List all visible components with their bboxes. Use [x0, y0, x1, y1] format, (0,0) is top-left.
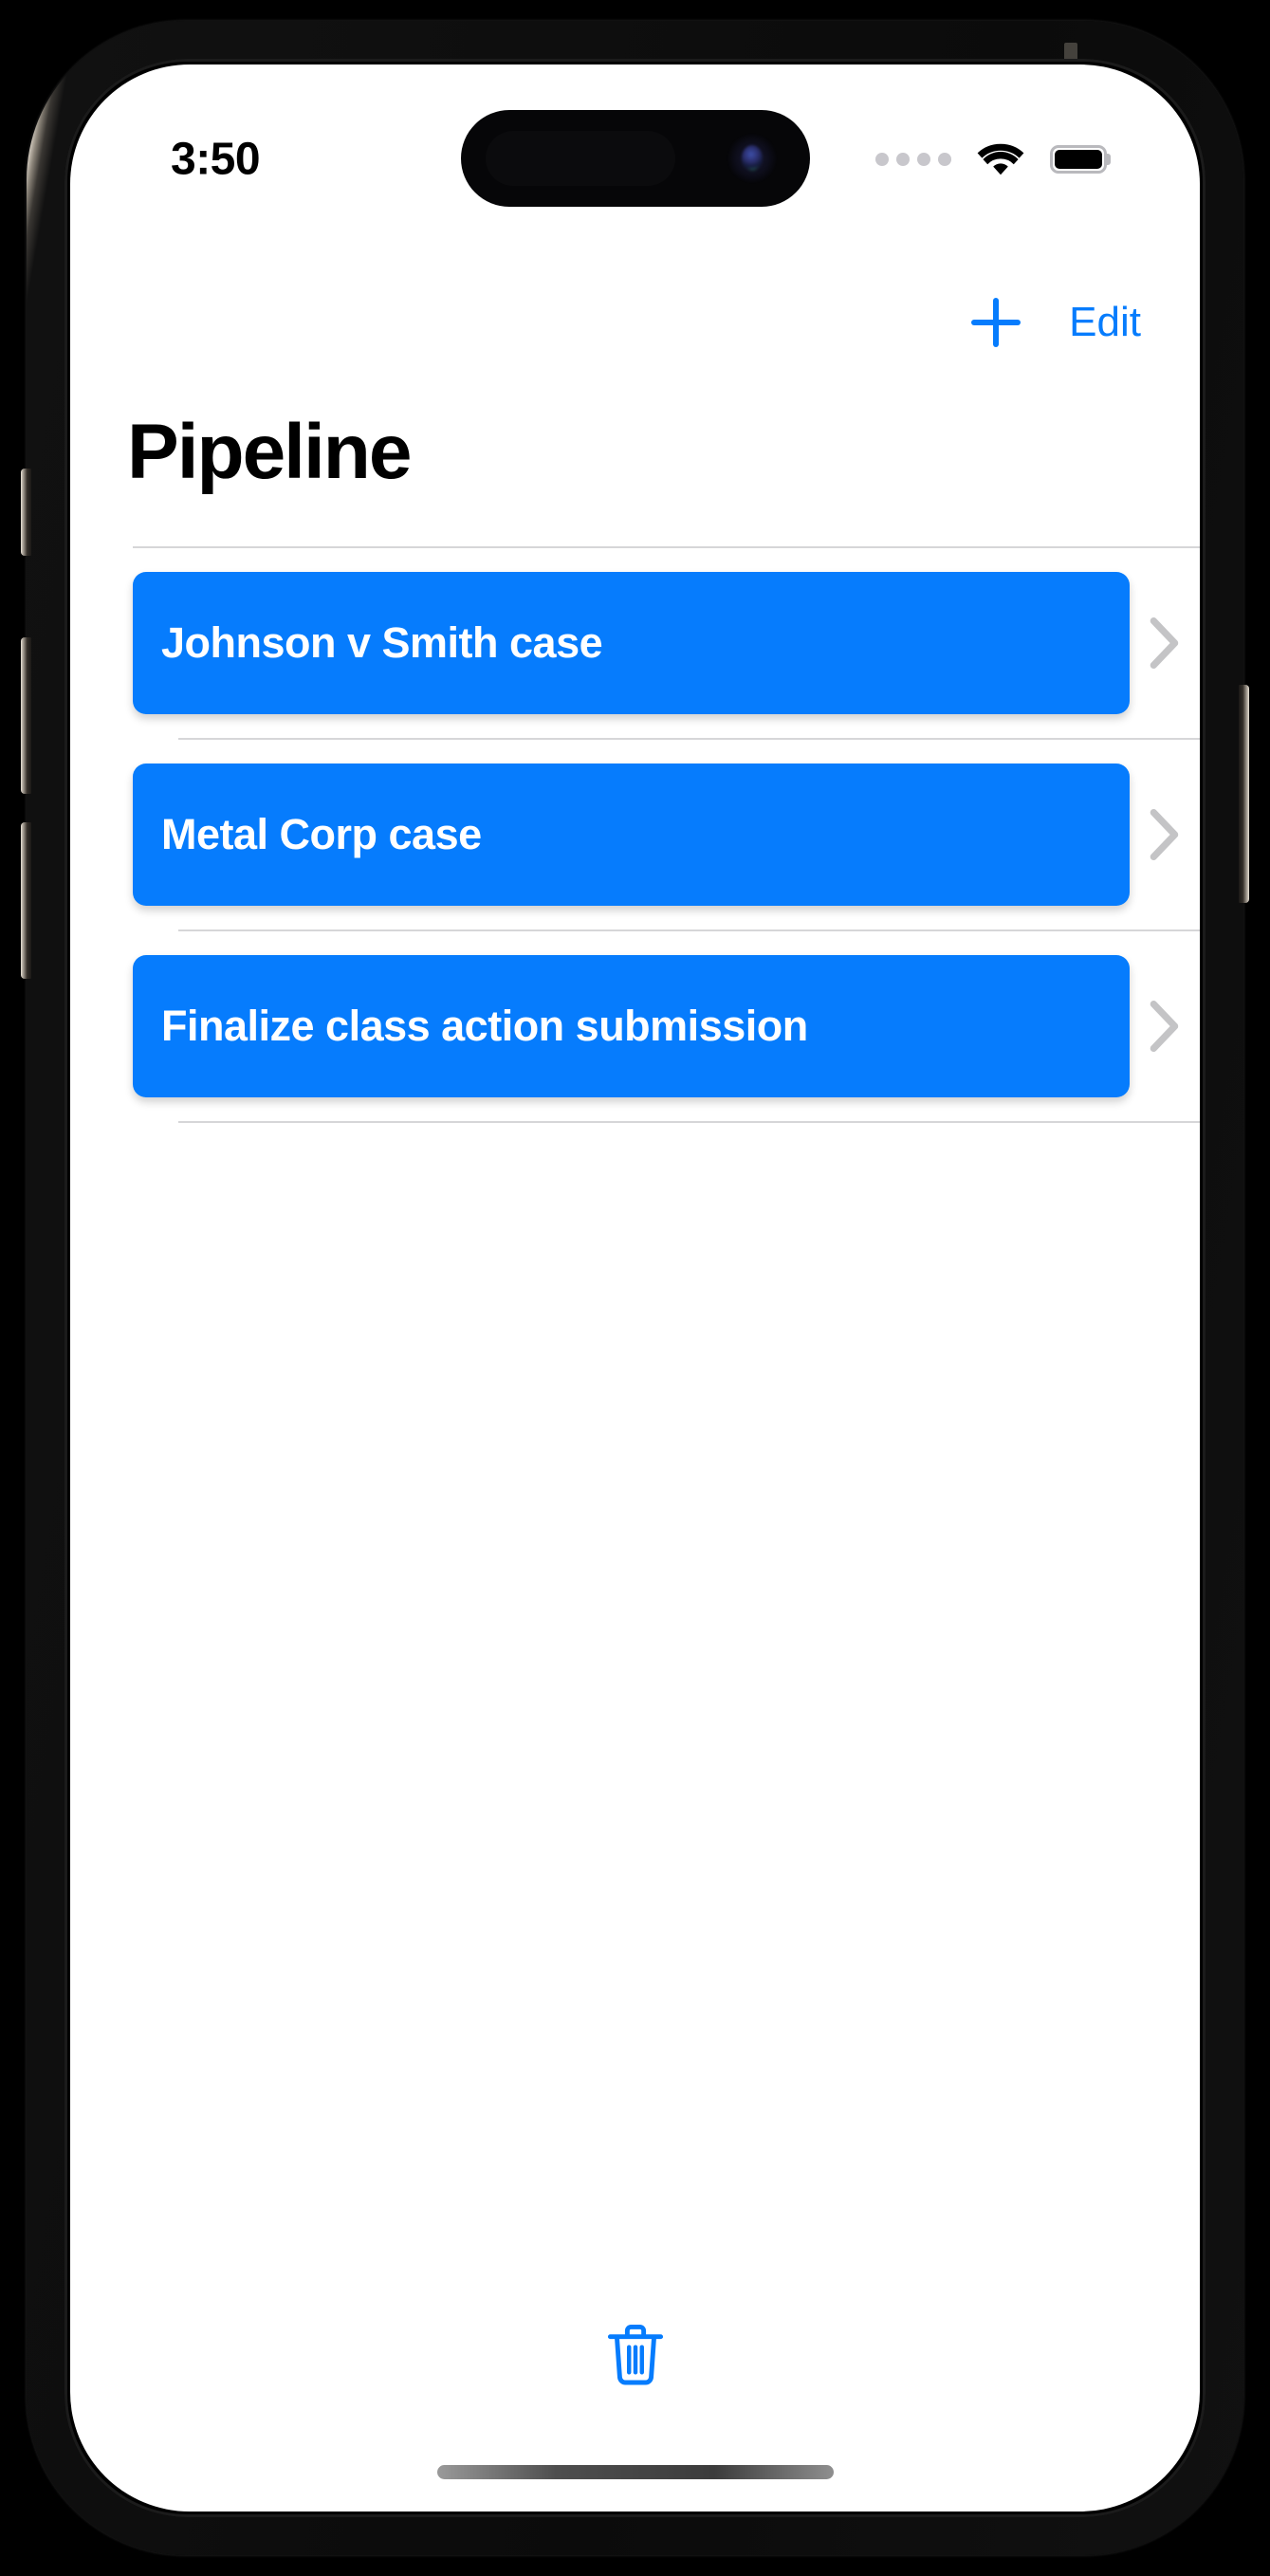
page-title: Pipeline [127, 409, 412, 495]
dynamic-island-pill [485, 131, 675, 186]
list-separator [178, 1121, 1200, 1123]
dynamic-island[interactable] [460, 110, 810, 207]
delete-button[interactable] [596, 2316, 675, 2396]
chevron-right-icon [1130, 616, 1200, 670]
list-item-label: Johnson v Smith case [161, 618, 603, 667]
chevron-right-icon [1130, 808, 1200, 861]
battery-icon [1050, 145, 1111, 174]
cellular-dots-icon [875, 153, 951, 166]
list-item-pill[interactable]: Johnson v Smith case [133, 572, 1130, 714]
action-button[interactable] [21, 469, 31, 556]
screenshot-stage: 3:50 + Edit [0, 0, 1270, 2576]
list-item[interactable]: Metal Corp case [70, 740, 1200, 929]
list-item-label: Metal Corp case [161, 810, 482, 858]
list-item-pill[interactable]: Metal Corp case [133, 764, 1130, 906]
battery-cap [1106, 154, 1111, 165]
power-button[interactable] [1239, 685, 1249, 903]
status-bar-time: 3:50 [171, 134, 261, 185]
list-item[interactable]: Finalize class action submission [70, 931, 1200, 1121]
status-bar-indicators [875, 141, 1111, 177]
pipeline-list: Johnson v Smith case Metal Corp case Fin… [70, 546, 1200, 1123]
bottom-toolbar [70, 2316, 1200, 2396]
edit-button[interactable]: Edit [1069, 299, 1141, 346]
add-item-button[interactable]: + [968, 295, 1023, 350]
wifi-icon [977, 143, 1024, 175]
volume-down-button[interactable] [21, 822, 31, 979]
front-camera-icon [726, 133, 778, 184]
navigation-bar-actions: + Edit [968, 295, 1141, 350]
battery-fill [1055, 150, 1102, 169]
list-item[interactable]: Johnson v Smith case [70, 548, 1200, 738]
list-item-pill[interactable]: Finalize class action submission [133, 955, 1130, 1097]
device-screen: 3:50 + Edit [70, 64, 1200, 2512]
volume-up-button[interactable] [21, 637, 31, 794]
list-item-label: Finalize class action submission [161, 1002, 808, 1050]
trash-icon [607, 2324, 663, 2385]
home-indicator[interactable] [436, 2465, 834, 2479]
chevron-right-icon [1130, 1000, 1200, 1053]
